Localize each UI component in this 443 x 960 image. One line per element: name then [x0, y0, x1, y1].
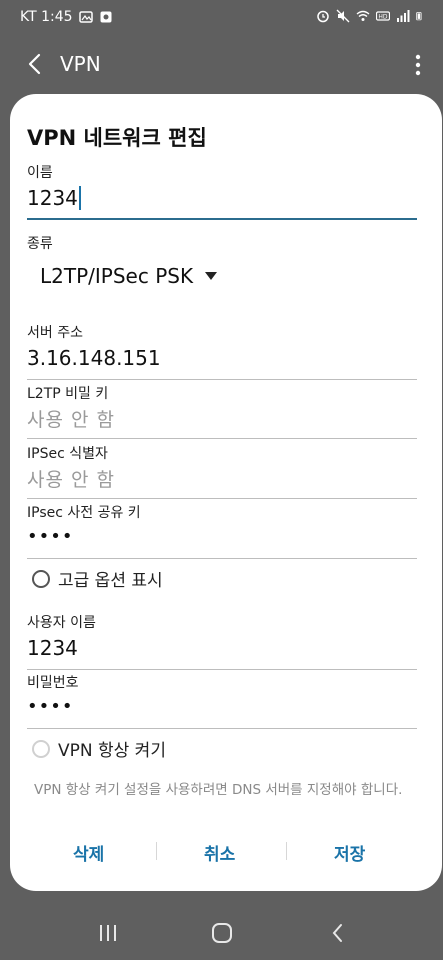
server-field-underline	[27, 379, 417, 380]
name-field[interactable]: 1234	[27, 185, 81, 212]
battery-icon	[416, 12, 422, 21]
button-divider	[156, 842, 157, 860]
app-bar-title: VPN	[60, 52, 101, 76]
l2tp-key-label: L2TP 비밀 키	[27, 386, 109, 402]
username-label: 사용자 이름	[27, 615, 96, 631]
gallery-notification-icon	[78, 11, 93, 23]
back-arrow-icon[interactable]	[22, 51, 48, 77]
hd-voice-icon: HD	[376, 11, 390, 21]
signal-icon	[397, 10, 410, 22]
type-label: 종류	[27, 236, 53, 252]
advanced-options-label: 고급 옵션 표시	[58, 571, 163, 591]
password-underline	[27, 728, 417, 729]
always-on-vpn-checkbox[interactable]: VPN 항상 켜기	[32, 736, 166, 761]
svg-text:HD: HD	[378, 14, 388, 21]
name-value: 1234	[27, 186, 78, 210]
dialog-title: VPN 네트워크 편집	[27, 126, 207, 150]
wifi-icon	[356, 10, 370, 21]
always-on-label: VPN 항상 켜기	[58, 741, 166, 761]
home-icon[interactable]	[211, 923, 233, 943]
username-underline	[27, 669, 417, 670]
server-label: 서버 주소	[27, 325, 83, 341]
delete-button[interactable]: 삭제	[73, 840, 104, 865]
ipsec-psk-label: IPsec 사전 공유 키	[27, 505, 141, 521]
l2tp-key-underline	[27, 438, 417, 439]
mute-icon	[336, 9, 350, 23]
ipsec-id-label: IPSec 식별자	[27, 446, 108, 462]
status-bar: KT 1:45 HD	[0, 0, 443, 36]
ipsec-id-field[interactable]: 사용 안 함	[27, 465, 115, 492]
navigation-bar	[0, 905, 443, 960]
advanced-options-checkbox[interactable]: 고급 옵션 표시	[32, 566, 163, 591]
l2tp-key-field[interactable]: 사용 안 함	[27, 405, 115, 432]
ipsec-psk-underline	[27, 558, 417, 559]
password-label: 비밀번호	[27, 675, 79, 691]
screenshot-notification-icon	[100, 11, 112, 23]
password-field[interactable]: ••••	[27, 696, 73, 717]
type-dropdown[interactable]: L2TP/IPSec PSK	[40, 264, 218, 288]
type-value: L2TP/IPSec PSK	[40, 264, 194, 288]
name-label: 이름	[27, 165, 53, 181]
advanced-options-check-circle	[32, 569, 50, 588]
server-field[interactable]: 3.16.148.151	[27, 346, 161, 370]
recent-apps-icon[interactable]	[98, 923, 118, 943]
ipsec-psk-field[interactable]: ••••	[27, 526, 73, 547]
save-button[interactable]: 저장	[334, 840, 365, 865]
text-cursor	[78, 185, 81, 210]
username-field[interactable]: 1234	[27, 636, 78, 660]
app-bar: VPN	[0, 36, 443, 94]
always-on-check-circle	[32, 739, 50, 758]
dialog-button-bar: 삭제 취소 저장	[10, 834, 442, 874]
status-time: KT 1:45	[20, 9, 73, 25]
vpn-edit-dialog: VPN 네트워크 편집 이름 1234 종류 L2TP/IPSec PSK 서버…	[10, 94, 442, 891]
ipsec-id-underline	[27, 498, 417, 499]
alarm-icon	[317, 10, 329, 23]
always-on-note: VPN 항상 켜기 설정을 사용하려면 DNS 서버를 지정해야 합니다.	[34, 782, 403, 798]
name-field-underline	[27, 218, 417, 220]
nav-back-icon[interactable]	[330, 923, 346, 943]
cancel-button[interactable]: 취소	[204, 840, 235, 865]
button-divider	[286, 842, 287, 860]
more-options-icon[interactable]	[415, 53, 421, 77]
dropdown-arrow-icon	[205, 272, 218, 280]
